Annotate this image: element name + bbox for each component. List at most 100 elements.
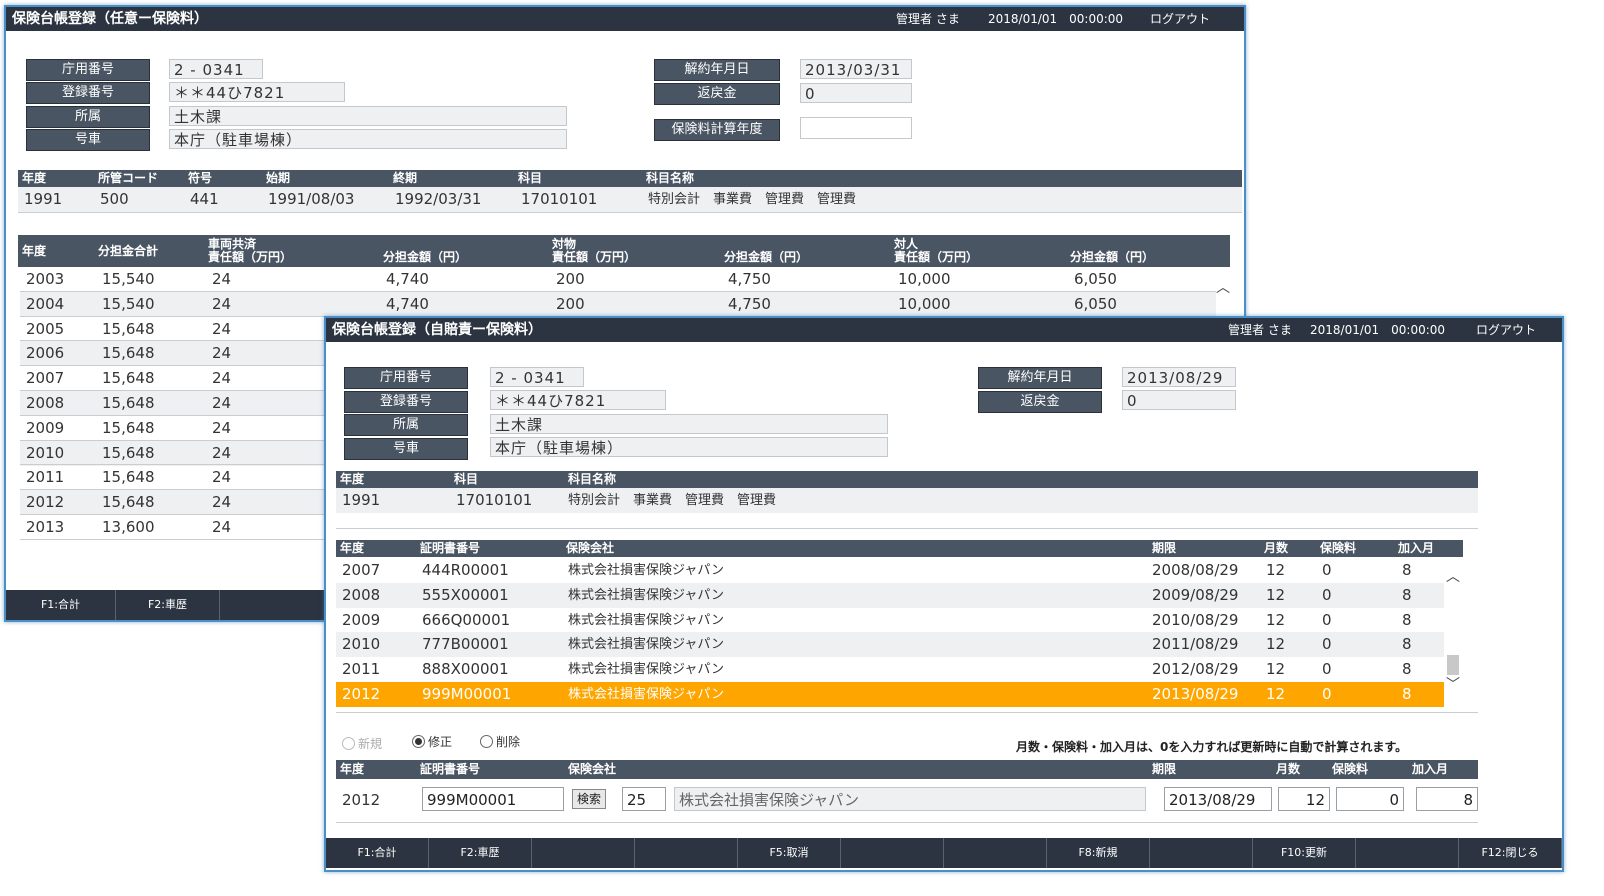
cell: 666Q00001: [422, 610, 511, 629]
radio-edit[interactable]: 修正: [412, 733, 452, 750]
user-name: 管理者 さま: [896, 12, 960, 26]
share-table-header: 年度 分担金合計 車両共済 責任額（万円） 分担金額（円） 対物 責任額（万円） 分…: [18, 235, 1230, 267]
search-button[interactable]: 検索: [572, 789, 607, 809]
company-code-input[interactable]: 25: [622, 787, 666, 811]
cell: 株式会社損害保険ジャパン: [568, 612, 725, 628]
cell: 4,750: [728, 270, 771, 288]
function-key-7[interactable]: [944, 838, 1047, 868]
cell: 8: [1402, 660, 1412, 679]
logout-link[interactable]: ログアウト: [1476, 318, 1536, 342]
radio-dot: [412, 735, 425, 748]
col-months: 月数: [1276, 762, 1301, 776]
cell: 株式会社損害保険ジャパン: [568, 563, 725, 578]
window-title: 保険台帳登録（任意ー保険料）: [12, 11, 208, 27]
table-row[interactable]: 2010 777B00001 株式会社損害保険ジャパン 2011/08/29 12 0 8: [336, 632, 1444, 658]
cell: 13,600: [102, 518, 155, 536]
function-key-3[interactable]: [532, 838, 635, 868]
cell: 24: [212, 294, 232, 313]
col-subject-name: 科目名称: [646, 171, 695, 185]
col-code: 符号: [188, 171, 213, 185]
radio-label: 修正: [428, 735, 453, 749]
cell: 4,740: [386, 270, 429, 288]
table-row[interactable]: 2011 888X00001 株式会社損害保険ジャパン 2012/08/29 12 0 8: [336, 657, 1444, 682]
cell: 15,648: [102, 418, 155, 437]
scroll-up-icon[interactable]: ︿: [1216, 277, 1230, 297]
cell: 株式会社損害保険ジャパン: [568, 662, 725, 678]
radio-new[interactable]: 新規: [342, 735, 382, 752]
cell: 8: [1402, 610, 1412, 629]
title-bar: 保険台帳登録（任意ー保険料） 管理者 さま 2018/01/01 00:00:0…: [6, 7, 1244, 31]
label-refund: 返戻金: [654, 83, 780, 105]
function-key-12[interactable]: F12:閉じる: [1459, 838, 1562, 868]
cell: 1991: [24, 190, 63, 208]
cell: 500: [100, 190, 129, 208]
scroll-down-icon[interactable]: ﹀: [1446, 674, 1460, 694]
scrollbar-thumb[interactable]: [1447, 655, 1459, 675]
table-row-selected[interactable]: 2012 999M00001 株式会社損害保険ジャパン 2013/08/29 12 0 8: [336, 682, 1444, 707]
function-key-6[interactable]: [841, 838, 944, 868]
window-compulsory-insurance: 保険台帳登録（自賠責ー保険料） 管理者 さま 2018/01/01 00:00:…: [324, 316, 1564, 872]
office-no-value: 2 - 0341: [490, 367, 584, 387]
expiry-input[interactable]: 2013/08/29: [1164, 787, 1272, 811]
office-no-value: 2 - 0341: [169, 59, 263, 79]
table-row[interactable]: 2009 666Q00001 株式会社損害保険ジャパン 2010/08/29 12 0 8: [336, 608, 1444, 633]
table-row[interactable]: 2008 555X00001 株式会社損害保険ジャパン 2009/08/29 12 0 8: [336, 582, 1444, 608]
table-row[interactable]: 2007 444R00001 株式会社損害保険ジャパン 2008/08/29 12 0 8: [336, 558, 1444, 583]
function-key-11[interactable]: [1356, 838, 1459, 868]
cell: 2009/08/29: [1152, 585, 1239, 604]
join-month-input[interactable]: 8: [1416, 787, 1478, 811]
col-join-month: 加入月: [1412, 762, 1449, 776]
form-header: 年度 証明書番号 保険会社 期限 月数 保険料 加入月: [336, 760, 1478, 779]
cert-no-input[interactable]: 999M00001: [422, 787, 564, 811]
function-key-8[interactable]: F8:新規: [1047, 838, 1150, 868]
cell: 特別会計 事業費 管理費 管理費: [648, 192, 857, 207]
cell: 24: [212, 270, 232, 288]
form-year: 2012: [342, 791, 381, 809]
calc-year-input[interactable]: [800, 117, 912, 139]
dept-value: 土木課: [169, 106, 567, 126]
col-expiry: 期限: [1152, 541, 1177, 555]
label-dept: 所属: [26, 106, 150, 128]
logout-link[interactable]: ログアウト: [1150, 7, 1210, 31]
radio-delete[interactable]: 削除: [480, 733, 520, 750]
table-row[interactable]: 1991 17010101 特別会計 事業費 管理費 管理費: [336, 488, 1478, 513]
cell: 2013: [26, 518, 65, 536]
col-company: 保険会社: [566, 541, 615, 555]
datetime: 2018/01/01 00:00:00: [1310, 323, 1446, 337]
function-key-2[interactable]: F2:車歴: [429, 838, 532, 868]
months-input[interactable]: 12: [1278, 787, 1330, 811]
cell: 24: [212, 319, 232, 338]
cell: 2012/08/29: [1152, 660, 1239, 679]
col-year: 年度: [340, 762, 365, 776]
table-row[interactable]: 2004 15,540 24 4,740 200 4,750 10,000 6,050: [20, 291, 1216, 317]
cell: 15,648: [102, 468, 155, 487]
f2-history-button[interactable]: F2:車歴: [116, 590, 220, 620]
table-row[interactable]: 1991 500 441 1991/08/03 1992/03/31 17010…: [18, 187, 1242, 212]
scroll-up-icon[interactable]: ︿: [1446, 566, 1460, 586]
function-key-4[interactable]: [635, 838, 738, 868]
function-key-1[interactable]: F1:合計: [326, 838, 429, 868]
premium-input[interactable]: 0: [1336, 787, 1404, 811]
cell: 8: [1402, 585, 1412, 604]
col-subject: 科目: [518, 171, 543, 185]
cell: 24: [212, 518, 232, 536]
cell: 555X00001: [422, 585, 509, 604]
function-key-9[interactable]: [1150, 838, 1253, 868]
cell: 12: [1266, 635, 1286, 654]
cell: 2006: [26, 344, 65, 363]
function-key-10[interactable]: F10:更新: [1253, 838, 1356, 868]
cell: 1991/08/03: [268, 190, 355, 208]
datetime: 2018/01/01 00:00:00: [988, 12, 1124, 26]
f1-total-button[interactable]: F1:合計: [6, 590, 116, 620]
cell: 0: [1322, 635, 1332, 654]
cell: 0: [1322, 685, 1332, 703]
label-dept: 所属: [344, 414, 468, 436]
cell: 特別会計 事業費 管理費 管理費: [568, 493, 777, 508]
function-key-5[interactable]: F5:取消: [738, 838, 841, 868]
col-cert-no: 証明書番号: [420, 541, 481, 555]
cancel-date-value: 2013/03/31: [800, 59, 912, 79]
cell: 12: [1266, 685, 1286, 703]
col-cert-no: 証明書番号: [420, 762, 481, 776]
function-key-bar: F1:合計 F2:車歴: [6, 590, 326, 620]
table-row[interactable]: 2003 15,540 24 4,740 200 4,750 10,000 6,050: [20, 267, 1216, 292]
